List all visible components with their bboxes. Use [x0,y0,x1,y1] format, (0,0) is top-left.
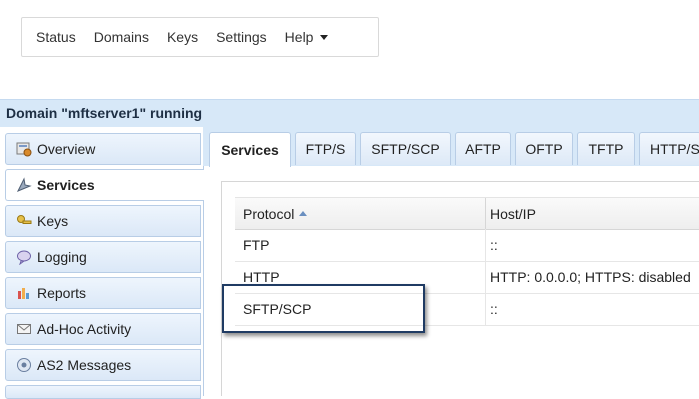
sidebar-item-label: Reports [37,285,87,301]
sidebar-item-keys[interactable]: Keys [5,205,201,237]
tab-oftp[interactable]: OFTP [515,132,573,165]
sidebar-item-overview[interactable]: Overview [5,133,201,165]
nav-settings[interactable]: Settings [216,29,267,45]
as2-icon [16,357,32,373]
sidebar-item-reports[interactable]: Reports [5,277,201,309]
tab-aftp[interactable]: AFTP [455,132,511,165]
domain-title: Domain "mftserver1" running [6,105,203,121]
services-icon [16,177,32,193]
logging-icon [16,249,32,265]
tab-tftp[interactable]: TFTP [577,132,635,165]
keys-icon [16,213,32,229]
tab-services[interactable]: Services [209,132,291,167]
sidebar-item-ad-hoc-activity[interactable]: Ad-Hoc Activity [5,313,201,345]
sidebar-item-label: Overview [37,141,96,157]
domain-header: Domain "mftserver1" running [0,99,699,127]
table-header: Protocol Host/IP [235,197,699,230]
tab-https[interactable]: HTTP/S [639,132,699,165]
sidebar-item-label: Ad-Hoc Activity [37,321,132,337]
top-nav-bar: Status Domains Keys Settings Help [21,17,379,57]
nav-help-label: Help [284,29,314,45]
protocol-cell: FTP [243,237,270,253]
host-cell: :: [485,293,699,325]
tab-strip: Services FTP/S SFTP/SCP AFTP OFTP TFTP H… [203,127,699,167]
reports-icon [16,285,32,301]
tab-ftps[interactable]: FTP/S [295,132,356,165]
column-header-label: Protocol [243,205,295,222]
nav-keys[interactable]: Keys [167,29,198,45]
sidebar-item-label: Services [37,177,95,193]
column-header-protocol[interactable]: Protocol [243,198,483,229]
sidebar-item-logging[interactable]: Logging [5,241,201,273]
highlight-box [222,284,425,333]
sidebar-item-label: Logging [37,249,87,265]
sidebar: Overview Services Keys Logging Reports A… [0,133,204,399]
sidebar-item-as2-messages[interactable]: AS2 Messages [5,349,201,381]
host-cell: :: [485,229,699,261]
envelope-icon [16,321,32,337]
sidebar-item-services[interactable]: Services [5,169,204,201]
sidebar-item-more[interactable] [5,385,201,399]
host-cell: HTTP: 0.0.0.0; HTTPS: disabled [485,261,699,293]
caret-down-icon [320,34,329,40]
table-row[interactable]: FTP :: [235,229,699,262]
sort-ascending-icon [299,211,308,216]
nav-help[interactable]: Help [285,29,329,45]
tab-sftp-scp[interactable]: SFTP/SCP [360,132,451,165]
nav-domains[interactable]: Domains [94,29,149,45]
nav-status[interactable]: Status [36,29,76,45]
sidebar-item-label: AS2 Messages [37,357,132,373]
overview-icon [16,141,32,157]
column-header-host[interactable]: Host/IP [485,198,699,229]
sidebar-item-label: Keys [37,213,69,229]
